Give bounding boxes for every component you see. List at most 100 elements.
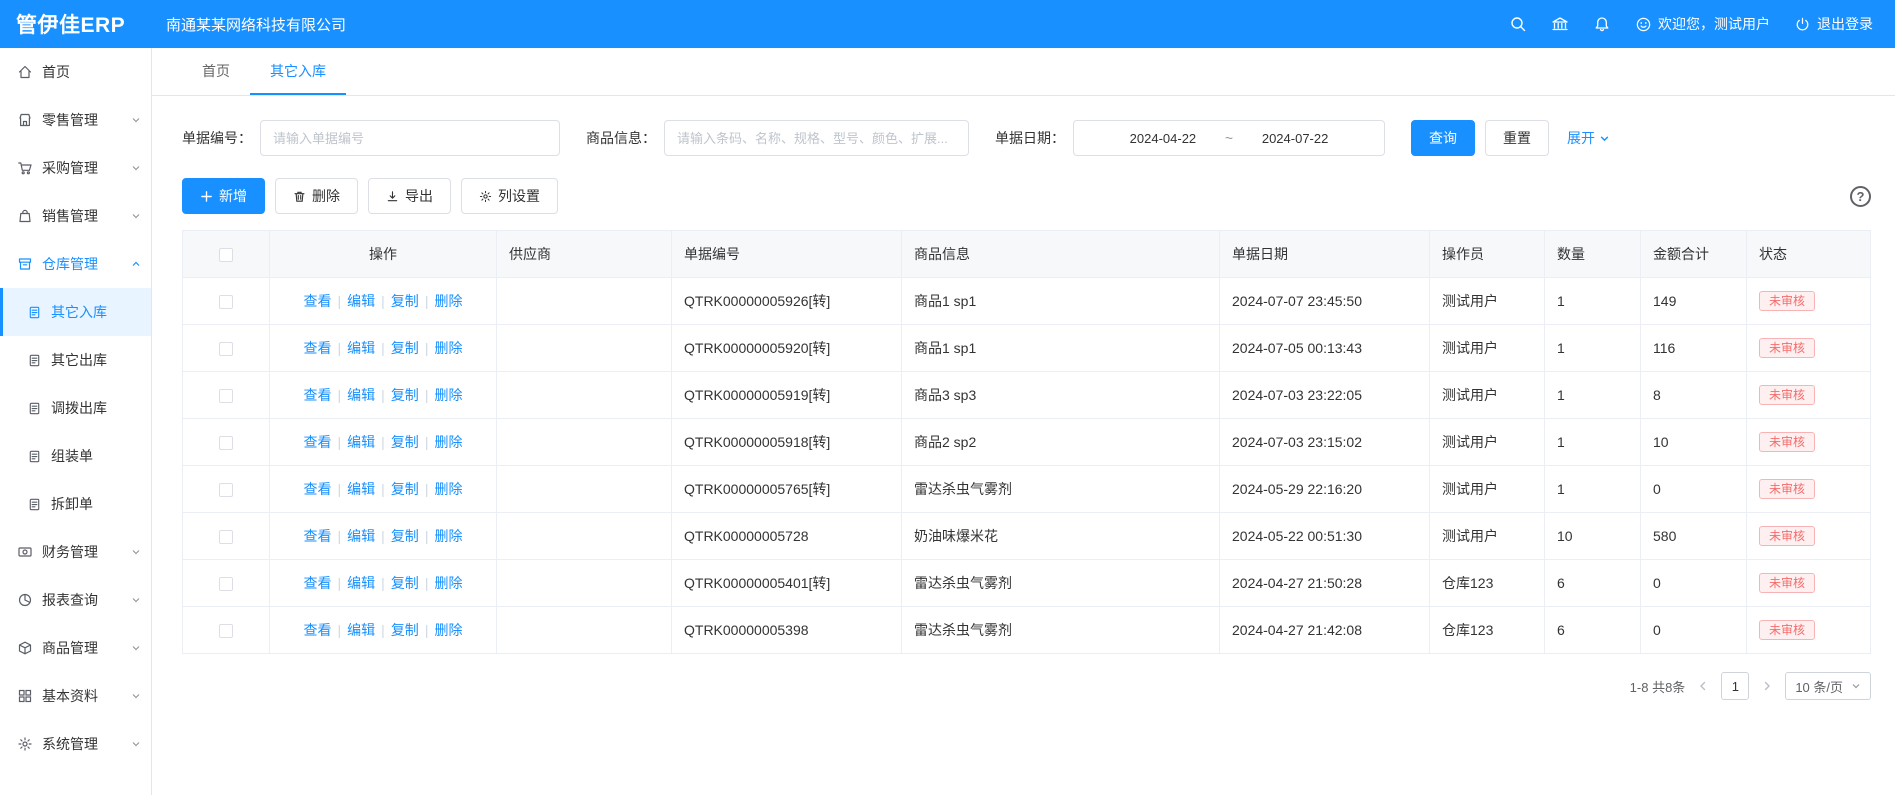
help-icon[interactable]: ?: [1850, 186, 1871, 207]
status-badge: 未审核: [1759, 573, 1815, 593]
table-row: 查看|编辑|复制|删除 QTRK00000005401[转] 雷达杀虫气雾剂 2…: [183, 560, 1871, 607]
delete-link[interactable]: 删除: [434, 434, 462, 450]
tab-other-inbound[interactable]: 其它入库: [250, 48, 346, 95]
status-cell: 未审核: [1747, 325, 1871, 372]
sidebar-subitem-assembly[interactable]: 组装单: [0, 432, 151, 480]
copy-link[interactable]: 复制: [391, 293, 419, 309]
edit-link[interactable]: 编辑: [347, 528, 375, 544]
sidebar-item-retail[interactable]: 零售管理: [0, 96, 151, 144]
delete-link[interactable]: 删除: [434, 293, 462, 309]
product-info-input[interactable]: [664, 120, 969, 156]
sidebar-subitem-disassembly[interactable]: 拆卸单: [0, 480, 151, 528]
edit-link[interactable]: 编辑: [347, 434, 375, 450]
status-cell: 未审核: [1747, 278, 1871, 325]
sidebar-subitem-other-inbound[interactable]: 其它入库: [0, 288, 151, 336]
export-button[interactable]: 导出: [368, 178, 451, 214]
table-container: 操作 供应商 单据编号 商品信息 单据日期 操作员 数量 金额合计 状态 查看|…: [182, 230, 1871, 654]
next-page-button[interactable]: [1761, 680, 1773, 692]
link-separator: |: [381, 481, 385, 497]
edit-link[interactable]: 编辑: [347, 622, 375, 638]
tab-home[interactable]: 首页: [182, 48, 250, 95]
row-checkbox[interactable]: [219, 436, 233, 450]
sidebar-item-label: 财务管理: [42, 542, 98, 562]
col-qty: 数量: [1545, 231, 1641, 278]
sidebar-subitem-transfer-outbound[interactable]: 调拨出库: [0, 384, 151, 432]
link-separator: |: [338, 387, 342, 403]
view-link[interactable]: 查看: [304, 575, 332, 591]
sidebar-item-system[interactable]: 系统管理: [0, 720, 151, 768]
bell-icon[interactable]: [1593, 15, 1611, 33]
status-cell: 未审核: [1747, 513, 1871, 560]
add-button[interactable]: 新增: [182, 178, 265, 214]
sidebar-item-home[interactable]: 首页: [0, 48, 151, 96]
edit-link[interactable]: 编辑: [347, 387, 375, 403]
chevron-down-icon: [131, 643, 141, 653]
sidebar-item-base-data[interactable]: 基本资料: [0, 672, 151, 720]
sidebar-item-sales[interactable]: 销售管理: [0, 192, 151, 240]
select-all-checkbox[interactable]: [219, 248, 233, 262]
row-checkbox[interactable]: [219, 624, 233, 638]
row-actions-cell: 查看|编辑|复制|删除: [270, 466, 497, 513]
delete-link[interactable]: 删除: [434, 622, 462, 638]
logout-button[interactable]: 退出登录: [1794, 14, 1873, 34]
delete-button[interactable]: 删除: [275, 178, 358, 214]
date-range-picker[interactable]: ~: [1073, 120, 1385, 156]
bank-icon[interactable]: [1551, 15, 1569, 33]
edit-link[interactable]: 编辑: [347, 481, 375, 497]
row-checkbox[interactable]: [219, 530, 233, 544]
supplier-cell: [497, 325, 672, 372]
prev-page-button[interactable]: [1697, 680, 1709, 692]
expand-link[interactable]: 展开: [1567, 128, 1610, 148]
delete-link[interactable]: 删除: [434, 575, 462, 591]
row-checkbox[interactable]: [219, 577, 233, 591]
delete-link[interactable]: 删除: [434, 340, 462, 356]
sidebar-item-label: 零售管理: [42, 110, 98, 130]
sidebar-item-purchase[interactable]: 采购管理: [0, 144, 151, 192]
sidebar-item-finance[interactable]: 财务管理: [0, 528, 151, 576]
link-separator: |: [425, 293, 429, 309]
page-number-button[interactable]: 1: [1721, 672, 1749, 700]
sidebar-item-products[interactable]: 商品管理: [0, 624, 151, 672]
row-checkbox[interactable]: [219, 342, 233, 356]
product-cell: 商品1 sp1: [902, 278, 1220, 325]
sidebar-subitem-other-outbound[interactable]: 其它出库: [0, 336, 151, 384]
col-status: 状态: [1747, 231, 1871, 278]
supplier-cell: [497, 419, 672, 466]
sidebar-item-warehouse[interactable]: 仓库管理: [0, 240, 151, 288]
date-to-input[interactable]: [1239, 131, 1351, 146]
copy-link[interactable]: 复制: [391, 340, 419, 356]
delete-link[interactable]: 删除: [434, 387, 462, 403]
column-settings-button[interactable]: 列设置: [461, 178, 558, 214]
delete-link[interactable]: 删除: [434, 528, 462, 544]
status-badge: 未审核: [1759, 526, 1815, 546]
bill-no-input[interactable]: [260, 120, 560, 156]
copy-link[interactable]: 复制: [391, 575, 419, 591]
view-link[interactable]: 查看: [304, 528, 332, 544]
edit-link[interactable]: 编辑: [347, 340, 375, 356]
row-checkbox[interactable]: [219, 389, 233, 403]
copy-link[interactable]: 复制: [391, 434, 419, 450]
page-size-select[interactable]: 10 条/页: [1785, 672, 1871, 700]
row-checkbox[interactable]: [219, 295, 233, 309]
view-link[interactable]: 查看: [304, 622, 332, 638]
copy-link[interactable]: 复制: [391, 481, 419, 497]
edit-link[interactable]: 编辑: [347, 575, 375, 591]
date-from-input[interactable]: [1107, 131, 1219, 146]
view-link[interactable]: 查看: [304, 387, 332, 403]
view-link[interactable]: 查看: [304, 340, 332, 356]
reset-button[interactable]: 重置: [1485, 120, 1549, 156]
link-separator: |: [381, 622, 385, 638]
row-checkbox[interactable]: [219, 483, 233, 497]
search-button[interactable]: 查询: [1411, 120, 1475, 156]
delete-link[interactable]: 删除: [434, 481, 462, 497]
edit-link[interactable]: 编辑: [347, 293, 375, 309]
copy-link[interactable]: 复制: [391, 528, 419, 544]
copy-link[interactable]: 复制: [391, 387, 419, 403]
copy-link[interactable]: 复制: [391, 622, 419, 638]
search-icon[interactable]: [1509, 15, 1527, 33]
view-link[interactable]: 查看: [304, 293, 332, 309]
view-link[interactable]: 查看: [304, 481, 332, 497]
welcome-user[interactable]: 欢迎您，测试用户: [1635, 14, 1770, 34]
view-link[interactable]: 查看: [304, 434, 332, 450]
sidebar-item-reports[interactable]: 报表查询: [0, 576, 151, 624]
